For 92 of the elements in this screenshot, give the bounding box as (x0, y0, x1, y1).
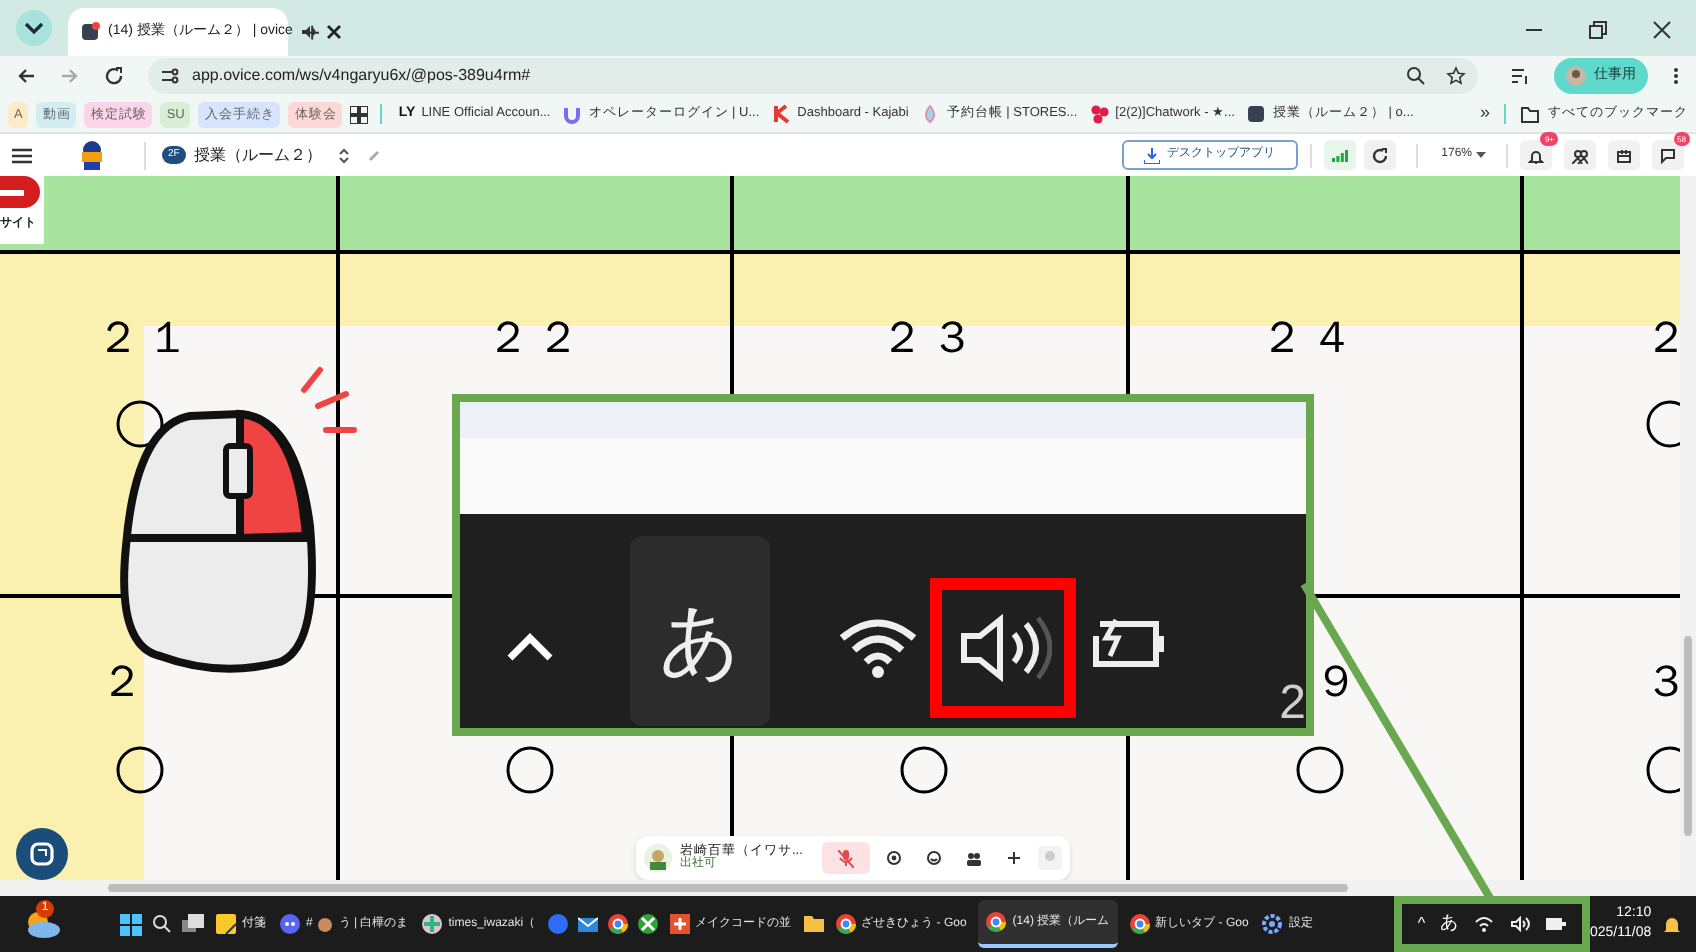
microphone-icon (838, 849, 855, 867)
weather-icon[interactable] (24, 910, 60, 938)
emoji-icon (318, 917, 333, 931)
address-bar[interactable]: app.ovice.com/ws/v4ngaryu6x/@pos-389u4rm# (148, 58, 1478, 94)
chat-app-icon (280, 914, 300, 934)
bookmark-favicon-icon (771, 104, 792, 124)
seat-circle-icon[interactable] (1296, 746, 1344, 794)
volume-icon[interactable] (1509, 916, 1529, 932)
video-app-icon[interactable] (547, 914, 568, 934)
chat-icon (1660, 147, 1676, 163)
seat-circle-icon[interactable] (116, 746, 164, 794)
cell-number: ２１ (96, 316, 196, 360)
site-settings-icon[interactable] (160, 68, 180, 84)
signal-icon (1331, 149, 1348, 161)
close-icon[interactable] (1652, 20, 1672, 40)
bookmark-favicon-icon (920, 104, 941, 124)
room-name: 授業（ルーム２） (193, 143, 322, 167)
download-icon (1143, 147, 1160, 163)
tab-search-button[interactable] (16, 10, 52, 46)
media-control-icon[interactable] (1510, 66, 1530, 86)
url-text: app.ovice.com/ws/v4ngaryu6x/@pos-389u4rm# (192, 64, 531, 88)
bookmark-favicon-icon (562, 104, 583, 124)
app-icon (669, 914, 690, 934)
folder-icon[interactable] (803, 914, 824, 934)
game-app-icon[interactable] (637, 914, 658, 934)
mascot-icon (76, 139, 108, 171)
highlighted-volume-button[interactable] (930, 577, 1076, 717)
wifi-icon[interactable] (838, 615, 918, 679)
task-view-icon[interactable] (182, 914, 204, 934)
cell-number: ２２ (486, 316, 586, 360)
avatar-icon (1566, 66, 1586, 86)
close-icon[interactable] (326, 24, 343, 40)
cell-number: ３ (1644, 660, 1694, 704)
menu-icon[interactable] (1672, 66, 1680, 86)
cell-number: ２ (1644, 316, 1694, 360)
start-icon[interactable] (120, 913, 142, 935)
browser-icon[interactable] (607, 914, 628, 934)
search-icon[interactable] (152, 914, 172, 934)
camera-icon[interactable] (886, 850, 903, 866)
sort-icon[interactable] (337, 147, 350, 163)
bookmark-star-icon[interactable] (1446, 66, 1466, 86)
reaction-icon[interactable] (926, 850, 943, 866)
chevron-up-icon[interactable] (504, 631, 556, 663)
cell-number: ２４ (1260, 316, 1360, 360)
chat-icon (30, 842, 54, 866)
seat-circle-icon[interactable] (116, 400, 164, 448)
ime-mode-button[interactable]: あ (630, 536, 770, 726)
reload-icon[interactable] (104, 66, 124, 86)
show-hidden-icons-button[interactable]: ^ (1417, 912, 1426, 936)
bell-icon (1528, 147, 1544, 163)
volume-icon (955, 613, 1051, 681)
calendar-button[interactable] (1608, 140, 1640, 170)
bookmark-favicon-icon (1246, 104, 1267, 124)
members-icon (1572, 147, 1588, 163)
folder-icon (1520, 105, 1540, 123)
browser-icon (835, 914, 856, 934)
horizontal-scrollbar-thumb[interactable] (108, 884, 1348, 892)
avatar-icon (644, 844, 672, 872)
zoom-icon[interactable] (1406, 66, 1426, 86)
seat-circle-icon[interactable] (900, 746, 948, 794)
speaker-icon[interactable] (300, 24, 319, 40)
members-button[interactable] (1564, 140, 1596, 170)
cell-number: ２ (100, 660, 150, 704)
seat-circle-icon[interactable] (506, 746, 554, 794)
group-icon[interactable] (966, 850, 983, 866)
back-icon[interactable] (16, 66, 36, 86)
sticky-note-icon (216, 914, 236, 934)
restore-icon[interactable] (1588, 20, 1608, 40)
caret-icon (1476, 152, 1486, 158)
mail-icon[interactable] (577, 914, 598, 934)
favicon-icon (80, 22, 100, 42)
browser-icon (986, 912, 1007, 932)
battery-icon[interactable] (1544, 916, 1567, 932)
wifi-icon[interactable] (1473, 916, 1494, 932)
cell-number: ９ (1314, 660, 1364, 704)
more-bookmarks-button[interactable]: » (1479, 100, 1490, 128)
settings-icon (1262, 914, 1283, 934)
chat-app-icon (422, 914, 443, 934)
refresh-button[interactable] (1363, 140, 1396, 170)
ime-indicator[interactable]: あ (1440, 910, 1459, 938)
bookmark-favicon-icon (1089, 104, 1110, 124)
calendar-icon (1616, 147, 1632, 163)
reload-icon (1371, 147, 1388, 163)
browser-icon (1129, 914, 1150, 934)
add-icon[interactable] (1006, 850, 1023, 866)
menu-icon[interactable] (12, 147, 32, 163)
cell-number: 2 (1279, 680, 1306, 728)
cell-number: ２３ (880, 316, 980, 360)
microphone-button[interactable] (822, 842, 871, 874)
vertical-scrollbar-thumb[interactable] (1684, 636, 1692, 836)
apps-grid-icon[interactable] (350, 105, 369, 123)
notification-bell-icon[interactable] (1664, 916, 1680, 934)
